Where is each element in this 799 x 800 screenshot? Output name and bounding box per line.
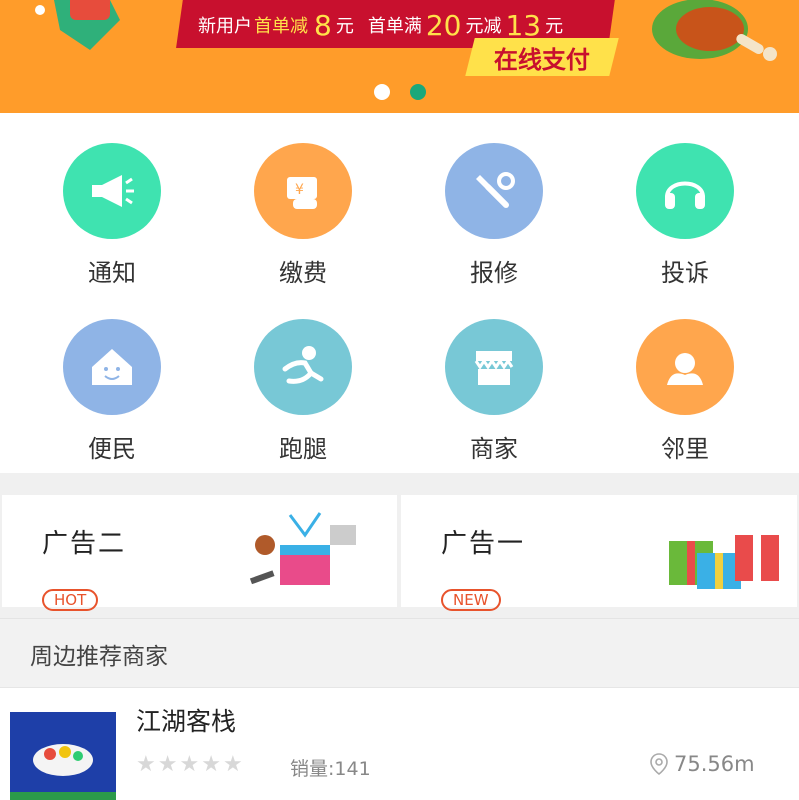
ad-card-right[interactable]: 广告一 NEW — [401, 495, 797, 611]
headphones-icon — [665, 181, 705, 209]
promo-banner[interactable]: 新用户 首单减 8 元 首单满 20 元减 13 元 在线支付 — [0, 0, 799, 113]
notice-circle — [63, 143, 161, 239]
grid-label-errand: 跑腿 — [279, 435, 327, 463]
ad-area: 广告二 HOT 广告一 NEW — [0, 473, 799, 618]
star-icon: ★ — [157, 752, 178, 777]
grid-label-merchant: 商家 — [470, 435, 518, 463]
errand-circle — [254, 319, 352, 415]
promo-second: 首单满 — [367, 16, 422, 37]
shop-distance: 75.56m — [650, 752, 755, 776]
promo-unit-mid: 元减 — [465, 16, 502, 37]
svg-text:¥: ¥ — [295, 182, 304, 198]
store-icon — [474, 351, 514, 385]
promo-amount2: 13 — [505, 8, 542, 42]
shop-thumbnail — [10, 712, 116, 800]
neighbor-icon — [667, 353, 703, 385]
grid-label-neighbor: 邻里 — [661, 435, 709, 463]
grid-label-complaint: 投诉 — [661, 259, 709, 287]
promo-unit1: 元 — [335, 16, 354, 37]
function-grid: 通知 ¥ 缴费 报修 投诉 便民 跑腿 商家 邻里 — [0, 113, 799, 473]
online-pay-tag: 在线支付 — [465, 38, 619, 76]
repair-icon — [476, 172, 515, 208]
promo-unit2: 元 — [545, 16, 564, 37]
shop-distance-value: 75.56m — [674, 752, 755, 776]
grid-item-neighbor[interactable]: 邻里 — [585, 289, 785, 464]
app-root: 新用户 首单减 8 元 首单满 20 元减 13 元 在线支付 通知 ¥ 缴费 … — [0, 0, 799, 800]
location-pin-icon — [650, 753, 668, 775]
ad-card-left[interactable]: 广告二 HOT — [2, 495, 397, 611]
carousel-dot-1[interactable] — [373, 84, 390, 100]
shop-card[interactable]: 江湖客栈 ★ ★ ★ ★ ★ 销量:141 75.56m — [0, 687, 799, 800]
promo-prefix: 新用户 — [198, 16, 252, 37]
house-icon — [92, 349, 132, 385]
grid-label-notice: 通知 — [88, 259, 136, 287]
gifts-icon — [669, 535, 779, 589]
star-icon: ★ — [201, 752, 221, 777]
payment-circle: ¥ — [254, 143, 352, 239]
ad-badge-hot: HOT — [42, 589, 99, 611]
promo-amount1: 8 — [314, 8, 332, 42]
carousel-dot-2[interactable] — [409, 84, 426, 100]
carousel-dots — [0, 84, 799, 100]
grid-item-repair[interactable]: 报修 — [394, 113, 594, 288]
grid-item-convenience[interactable]: 便民 — [12, 289, 212, 464]
online-pay-label: 在线支付 — [494, 45, 590, 74]
star-icon: ★ — [179, 752, 200, 777]
chicken-leg-icon — [652, 0, 777, 61]
grid-label-repair: 报修 — [470, 259, 518, 287]
star-icon: ★ — [222, 752, 243, 777]
grid-item-complaint[interactable]: 投诉 — [585, 113, 785, 288]
grid-item-merchant[interactable]: 商家 — [394, 289, 594, 464]
ad-badge-new: NEW — [441, 589, 501, 611]
grid-label-payment: 缴费 — [279, 259, 327, 287]
runner-icon — [282, 346, 324, 384]
grid-item-errand[interactable]: 跑腿 — [203, 289, 403, 464]
nearby-section-header: 周边推荐商家 — [0, 618, 799, 686]
payment-icon: ¥ — [287, 177, 317, 209]
grid-item-payment[interactable]: ¥ 缴费 — [203, 113, 403, 288]
neighbor-circle — [636, 319, 734, 415]
ad-title-left: 广告二 — [42, 529, 127, 559]
rating-stars: ★ ★ ★ ★ ★ — [136, 754, 243, 776]
mascot-icon — [35, 0, 120, 50]
shop-sales: 销量:141 — [290, 758, 371, 780]
repair-circle — [445, 143, 543, 239]
merchant-circle — [445, 319, 543, 415]
megaphone-icon — [92, 175, 134, 207]
complaint-circle — [636, 143, 734, 239]
ad-title-right: 广告一 — [441, 529, 526, 559]
gift-box-icon — [249, 512, 356, 585]
promo-first: 首单减 — [254, 16, 308, 37]
star-icon: ★ — [136, 752, 156, 777]
section-title: 周边推荐商家 — [30, 644, 168, 670]
grid-item-notice[interactable]: 通知 — [12, 113, 212, 288]
shop-name: 江湖客栈 — [136, 707, 237, 736]
promo-threshold: 20 — [425, 8, 462, 42]
grid-label-convenience: 便民 — [88, 435, 136, 463]
convenience-circle — [63, 319, 161, 415]
